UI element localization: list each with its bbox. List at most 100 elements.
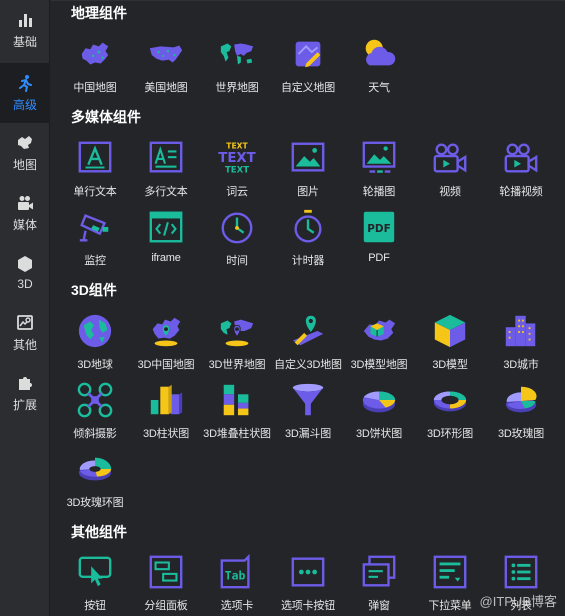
puzzle-icon: [19, 376, 32, 390]
component-picture[interactable]: 图片: [274, 138, 342, 200]
component-stopwatch[interactable]: 计时器: [274, 207, 342, 269]
sidebar: 基础 高级 地图 媒体 3D 其他 扩展: [0, 0, 50, 616]
component-video[interactable]: 视频: [416, 138, 484, 200]
sidebar-item-other[interactable]: 其他: [0, 303, 50, 363]
component-label: 分组面板: [144, 600, 188, 612]
component-label: 3D堆叠柱状图: [203, 428, 271, 440]
globe-3d-icon: [78, 314, 112, 348]
iframe-icon: [149, 211, 183, 243]
component-3d-globe[interactable]: 3D地球: [61, 311, 129, 373]
component-label: 多行文本: [144, 186, 188, 198]
component-label: 天气: [368, 82, 390, 94]
video-icon: [433, 143, 467, 173]
component-label: iframe: [151, 252, 181, 264]
component-label: 时间: [226, 255, 248, 267]
sidebar-item-extension[interactable]: 扩展: [0, 363, 50, 423]
component-3d-bar-chart[interactable]: 3D柱状图: [132, 380, 200, 442]
component-label: 选项卡按钮: [281, 600, 335, 612]
funnel-3d-icon: [292, 383, 324, 416]
sidebar-item-media[interactable]: 媒体: [0, 183, 50, 243]
component-tab[interactable]: Tab 选项卡: [203, 552, 271, 614]
stacked-bar-3d-icon: [223, 384, 249, 416]
component-label: 世界地图: [215, 82, 259, 94]
china-map-3d-icon: [152, 317, 181, 347]
component-world-map[interactable]: 世界地图: [203, 34, 271, 96]
component-3d-rose[interactable]: 3D玫瑰图: [487, 380, 555, 442]
component-custom-map[interactable]: 自定义地图: [274, 34, 342, 96]
group-panel-icon: [149, 555, 183, 589]
rose-3d-icon: [505, 386, 537, 413]
component-3d-funnel[interactable]: 3D漏斗图: [274, 380, 342, 442]
component-label: 计时器: [291, 255, 325, 267]
sidebar-item-label: 扩展: [12, 397, 37, 412]
component-label: 按钮: [84, 600, 106, 612]
component-china-map[interactable]: 中国地图: [61, 34, 129, 96]
component-3d-model[interactable]: 3D模型: [416, 311, 484, 373]
single-line-text-icon: [78, 141, 112, 173]
word-cloud-glyph-medium: TEXT: [225, 165, 249, 175]
component-label: 3D柱状图: [142, 428, 190, 440]
component-carousel-video[interactable]: 轮播视频: [487, 138, 555, 200]
sidebar-item-map[interactable]: 地图: [0, 123, 50, 183]
picture-icon: [291, 142, 325, 172]
sidebar-item-label: 地图: [12, 157, 37, 172]
component-weather[interactable]: 天气: [345, 34, 413, 96]
popup-icon: [362, 555, 396, 587]
component-label: 自定义地图: [281, 82, 335, 94]
component-surveillance[interactable]: 监控: [61, 207, 129, 269]
sidebar-item-3d[interactable]: 3D: [0, 243, 50, 303]
component-iframe[interactable]: iframe: [132, 207, 200, 269]
component-tab-button[interactable]: 选项卡按钮: [274, 552, 342, 614]
component-label: 3D漏斗图: [284, 428, 332, 440]
component-dropdown-menu[interactable]: 下拉菜单: [416, 552, 484, 614]
component-popup[interactable]: 弹窗: [345, 552, 413, 614]
component-3d-world-map[interactable]: 3D世界地图: [203, 311, 271, 373]
component-3d-pie[interactable]: 3D饼状图: [345, 380, 413, 442]
sidebar-item-basic[interactable]: 基础: [0, 0, 50, 60]
component-oblique-photography[interactable]: 倾斜摄影: [61, 380, 129, 442]
component-time[interactable]: 时间: [203, 207, 271, 269]
component-3d-rose-ring[interactable]: 3D玫瑰环图: [61, 449, 129, 511]
watermark: @ITPUB博客: [479, 594, 557, 609]
component-multi-line-text[interactable]: 多行文本: [132, 138, 200, 200]
component-usa-map[interactable]: 美国地图: [132, 34, 200, 96]
video-camera-icon: [18, 195, 33, 210]
component-label: 轮播视频: [499, 186, 543, 198]
weather-icon: [365, 39, 396, 66]
component-custom-3d-map[interactable]: 自定义3D地图: [274, 311, 342, 373]
component-label: 视频: [439, 186, 461, 198]
world-map-3d-icon: [220, 319, 254, 347]
pdf-glyph: PDF: [367, 223, 390, 235]
section-title-geo: 地理组件: [71, 5, 127, 21]
component-label: 3D地球: [77, 359, 113, 371]
component-single-line-text[interactable]: 单行文本: [61, 138, 129, 200]
word-cloud-glyph-small: TEXT: [226, 142, 248, 151]
component-label: 图片: [297, 186, 319, 198]
sidebar-item-label: 基础: [12, 34, 37, 49]
component-3d-ring[interactable]: 3D环形图: [416, 380, 484, 442]
component-label: 3D环形图: [426, 428, 474, 440]
component-3d-city[interactable]: 3D城市: [487, 311, 555, 373]
ring-3d-icon: [433, 391, 467, 412]
component-3d-china-map[interactable]: 3D中国地图: [132, 311, 200, 373]
component-3d-model-map[interactable]: 3D模型地图: [345, 311, 413, 373]
component-panel: 地理组件 中国地图 美国地图 世界地图 自定义地图 天气 多媒体组件 单行文本 …: [51, 0, 565, 616]
component-group-panel[interactable]: 分组面板: [132, 552, 200, 614]
component-label: 词云: [226, 186, 248, 198]
running-person-icon: [19, 74, 32, 92]
hexagon-icon: [18, 256, 32, 272]
multi-line-text-icon: [149, 141, 183, 173]
component-pdf[interactable]: PDF PDF: [345, 207, 413, 269]
dropdown-menu-icon: [433, 555, 467, 589]
component-label: 3D中国地图: [137, 359, 195, 371]
component-label: 美国地图: [144, 82, 188, 94]
component-word-cloud[interactable]: TEXT TEXT TEXT 词云: [203, 138, 271, 200]
component-button[interactable]: 按钮: [61, 552, 129, 614]
component-carousel[interactable]: 轮播图: [345, 138, 413, 200]
component-label: 3D模型: [432, 359, 468, 371]
tab-icon: Tab: [220, 553, 250, 589]
sidebar-item-advanced[interactable]: 高级: [0, 63, 50, 123]
component-label: 3D玫瑰环图: [66, 497, 124, 509]
sidebar-item-label: 媒体: [12, 217, 37, 232]
component-3d-stacked-bar[interactable]: 3D堆叠柱状图: [203, 380, 271, 442]
